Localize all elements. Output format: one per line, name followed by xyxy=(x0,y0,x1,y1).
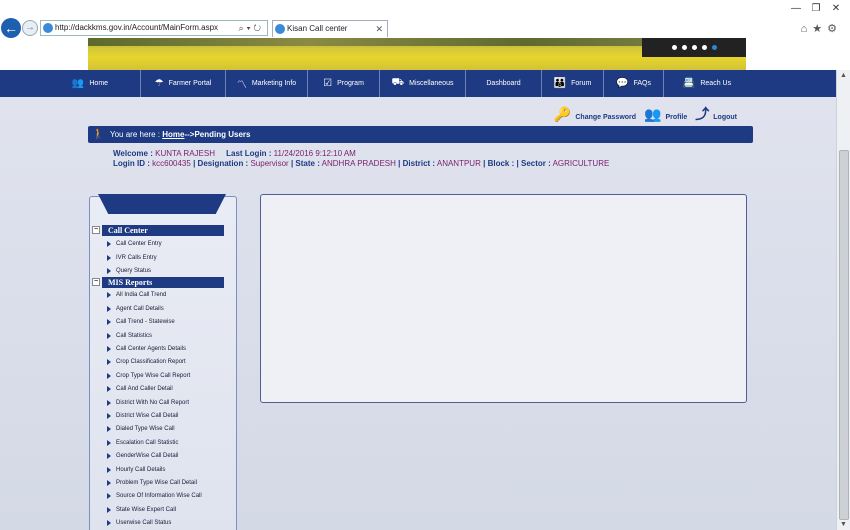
ie-icon xyxy=(275,24,285,34)
collapse-toggle-icon[interactable]: − xyxy=(92,278,100,286)
change-password-link[interactable]: 🔑 Change Password xyxy=(554,106,636,123)
nav-marketing-info[interactable]: 〽 Marketing Info xyxy=(226,70,308,97)
logout-link[interactable]: ⤴ Logout xyxy=(695,104,737,124)
header-banner xyxy=(88,38,746,70)
section-mis-reports[interactable]: − MIS Reports xyxy=(92,277,224,288)
slide-dot[interactable] xyxy=(671,45,677,50)
checkbox-icon: ☑ xyxy=(323,78,333,89)
vertical-scrollbar[interactable]: ▲ ▼ xyxy=(836,70,850,530)
sidebar-item-genderwise-call-detail[interactable]: GenderWise Call Detail xyxy=(106,451,178,461)
minimize-icon[interactable]: — xyxy=(786,3,806,15)
nav-dashboard[interactable]: Dashboard xyxy=(466,70,542,97)
user-pointer-icon: 🚶 xyxy=(92,129,105,140)
slide-dot[interactable] xyxy=(691,45,697,50)
sidebar-item-query-status[interactable]: Query Status xyxy=(106,266,151,276)
collapse-toggle-icon[interactable]: − xyxy=(92,226,100,234)
user-links: 🔑 Change Password 👥 Profile ⤴ Logout xyxy=(554,104,737,124)
nav-program[interactable]: ☑ Program xyxy=(308,70,380,97)
profile-icon: 👥 xyxy=(644,105,662,122)
tab-close-icon[interactable]: ✕ xyxy=(375,21,383,37)
forward-button[interactable]: → xyxy=(22,20,38,36)
sidebar-item-source-of-information-wise-call[interactable]: Source Of Information Wise Call xyxy=(107,491,202,501)
close-icon[interactable]: ✕ xyxy=(826,3,846,15)
welcome-info: Welcome : KUNTA RAJESH Last Login : 11/2… xyxy=(113,149,610,168)
chart-icon: 〽 xyxy=(236,80,247,91)
user-name: KUNTA RAJESH xyxy=(155,149,215,158)
logout-icon: ⤴ xyxy=(695,106,710,122)
ie-icon xyxy=(43,23,53,33)
window-controls: — ❐ ✕ xyxy=(786,3,846,15)
sidebar-item-escalation-call-statistic[interactable]: Escalation Call Statistic xyxy=(106,438,178,448)
sidebar-menu: − Call Center Call Center Entry IVR Call… xyxy=(89,194,237,530)
star-icon[interactable]: ★ xyxy=(812,23,827,35)
sidebar-item-state-wise-expert-call[interactable]: State Wise Expert Call xyxy=(106,505,176,515)
section-call-center[interactable]: − Call Center xyxy=(92,225,224,236)
nav-farmer-portal[interactable]: ☂ Farmer Portal xyxy=(141,70,226,97)
group-icon: 👪 xyxy=(553,78,567,89)
profile-link[interactable]: 👥 Profile xyxy=(644,106,687,123)
sidebar-item-all-india-call-trend[interactable]: All India Call Trend xyxy=(106,290,166,300)
tab-title: Kisan Call center xyxy=(287,24,348,33)
slide-dot-active[interactable] xyxy=(711,45,717,50)
slide-dot[interactable] xyxy=(681,45,687,50)
sector: AGRICULTURE xyxy=(552,159,610,168)
home-icon[interactable]: ⌂ xyxy=(801,23,813,35)
nav-miscellaneous[interactable]: ⛟ Miscellaneous xyxy=(380,70,466,97)
login-id: kcc600435 xyxy=(152,159,191,168)
sidebar-item-agent-call-details[interactable]: Agent Call Details xyxy=(107,304,164,314)
sidebar-item-call-statistics[interactable]: Call Statistics xyxy=(106,331,152,341)
scroll-up-icon[interactable]: ▲ xyxy=(840,72,847,79)
sidebar-item-hourly-call-details[interactable]: Hourly Call Details xyxy=(106,465,165,475)
district: ANANTPUR xyxy=(436,159,481,168)
people-icon: 👥 xyxy=(71,78,85,89)
scroll-down-icon[interactable]: ▼ xyxy=(840,521,847,528)
address-bar[interactable]: http://dackkms.gov.in/Account/MainForm.a… xyxy=(40,20,268,36)
sidebar-item-call-center-entry[interactable]: Call Center Entry xyxy=(107,239,162,249)
address-controls[interactable]: ⌕▾↻ xyxy=(239,21,264,35)
sidebar-item-call-trend-statewise[interactable]: Call Trend - Statewise xyxy=(107,317,175,327)
designation: Supervisor xyxy=(250,159,289,168)
nav-home[interactable]: 👥 Home xyxy=(0,70,141,97)
last-login: 11/24/2016 9:12:10 AM xyxy=(273,149,356,158)
umbrella-icon: ☂ xyxy=(154,78,164,89)
tab-kisan-call-center[interactable]: Kisan Call center ✕ xyxy=(272,20,388,37)
back-button[interactable]: ← xyxy=(1,18,21,38)
tractor-icon: ⛟ xyxy=(391,77,405,88)
breadcrumb: 🚶 You are here : Home-->Pending Users xyxy=(88,126,753,143)
sidebar-header-cap xyxy=(98,194,226,214)
main-nav: 👥 Home ☂ Farmer Portal 〽 Marketing Info ☑ Pr… xyxy=(0,70,850,97)
sidebar-item-ivr-calls-entry[interactable]: IVR Calls Entry xyxy=(107,253,157,263)
slide-dot[interactable] xyxy=(701,45,707,50)
gear-icon[interactable]: ⚙ xyxy=(827,23,842,35)
sidebar-item-call-center-agents-details[interactable]: Call Center Agents Details xyxy=(106,344,186,354)
sidebar-item-call-and-caller-detail[interactable]: Call And Caller Detail xyxy=(107,384,173,394)
restore-icon[interactable]: ❐ xyxy=(806,3,826,15)
content-panel xyxy=(260,194,747,403)
sidebar-item-crop-type-wise-call-report[interactable]: Crop Type Wise Call Report xyxy=(106,371,190,381)
sidebar-item-userwise-call-status[interactable]: Userwise Call Status xyxy=(106,518,171,528)
sidebar-item-district-wise-call-detail[interactable]: District Wise Call Detail xyxy=(106,411,178,421)
sidebar-item-crop-classification-report[interactable]: Crop Classification Report xyxy=(107,357,186,367)
browser-tool-icons: ⌂★⚙ xyxy=(801,22,842,35)
state: ANDHRA PRADESH xyxy=(321,159,396,168)
slider-dots xyxy=(642,38,746,57)
nav-reach-us[interactable]: 📇 Reach Us xyxy=(664,70,750,97)
scrollbar-thumb[interactable] xyxy=(839,150,849,520)
address-url: http://dackkms.gov.in/Account/MainForm.a… xyxy=(55,23,219,32)
breadcrumb-home-link[interactable]: Home xyxy=(162,130,184,139)
nav-forum[interactable]: 👪 Forum xyxy=(542,70,604,97)
sidebar-item-district-with-no-call-report[interactable]: District With No Call Report xyxy=(106,398,189,408)
nav-faqs[interactable]: 💬 FAQs xyxy=(604,70,664,97)
chat-icon: 💬 xyxy=(616,78,629,89)
sidebar-item-problem-type-wise-call-detail[interactable]: Problem Type Wise Call Detail xyxy=(107,478,197,488)
sidebar-item-dialed-type-wise-call[interactable]: Dialed Type Wise Call xyxy=(107,424,175,434)
key-user-icon: 🔑 xyxy=(553,105,572,122)
contact-icon: 📇 xyxy=(682,78,696,89)
